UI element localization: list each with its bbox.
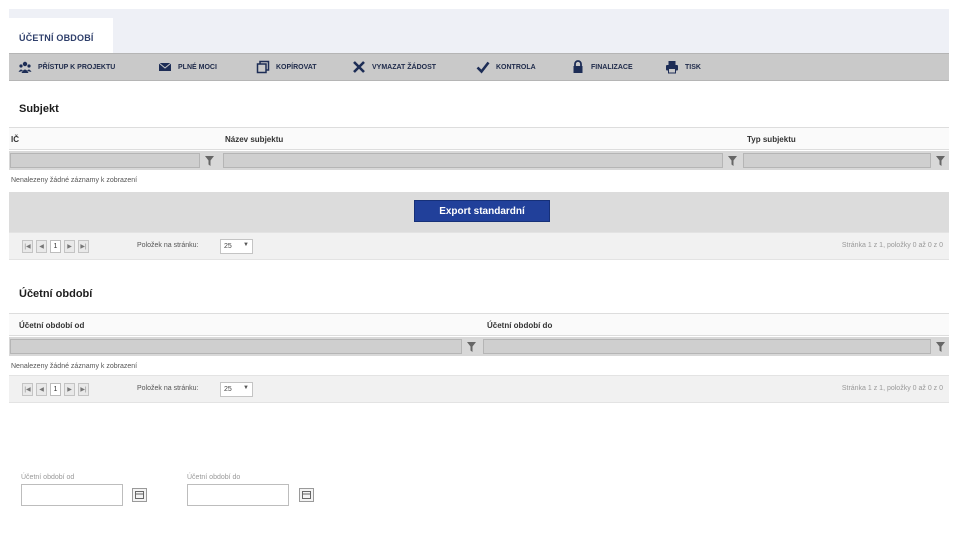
toolbar-label: KOPÍROVAT xyxy=(276,63,317,71)
toolbar-label: TISK xyxy=(685,63,701,71)
per-page-label: Položek na stránku: xyxy=(137,242,199,249)
chevron-down-icon: ▼ xyxy=(243,385,249,391)
chevron-down-icon: ▼ xyxy=(243,242,249,248)
people-icon xyxy=(17,59,33,75)
prev-page-button[interactable]: ◀ xyxy=(36,240,47,253)
first-page-button[interactable]: |◀ xyxy=(22,383,33,396)
tab-strip: ÚČETNÍ OBDOBÍ xyxy=(9,9,949,53)
per-page-select[interactable]: 25 ▼ xyxy=(220,239,253,254)
subjekt-title: Subjekt xyxy=(19,103,59,115)
column-header-ic[interactable]: IČ xyxy=(11,135,19,144)
toolbar-label: PŘÍSTUP K PROJEKTU xyxy=(38,63,116,71)
lock-icon xyxy=(570,59,586,75)
pager-info: Stránka 1 z 1, položky 0 až 0 z 0 xyxy=(841,242,943,249)
copy-icon xyxy=(255,59,271,75)
prev-page-button[interactable]: ◀ xyxy=(36,383,47,396)
check-icon xyxy=(475,59,491,75)
obdobi-od-label: Účetní období od xyxy=(21,474,75,481)
obdobi-pager: |◀ ◀ 1 ▶ ▶| Položek na stránku: 25 ▼ Str… xyxy=(9,375,949,403)
obdobi-filter-row xyxy=(9,337,949,356)
filter-icon[interactable] xyxy=(725,153,739,168)
copy-button[interactable]: KOPÍROVAT xyxy=(255,54,317,80)
subjekt-empty-message: Nenalezeny žádné záznamy k zobrazení xyxy=(11,177,138,184)
obdobi-empty-message: Nenalezeny žádné záznamy k zobrazení xyxy=(11,363,138,370)
print-button[interactable]: TISK xyxy=(664,54,701,80)
calendar-icon[interactable] xyxy=(132,488,147,502)
obdobi-do-input[interactable] xyxy=(187,484,289,506)
first-page-button[interactable]: |◀ xyxy=(22,240,33,253)
finalize-button[interactable]: FINALIZACE xyxy=(570,54,633,80)
toolbar-label: KONTROLA xyxy=(496,63,536,71)
obdobi-do-label: Účetní období do xyxy=(187,474,241,481)
envelope-icon xyxy=(157,59,173,75)
tab-ucetni-obdobi[interactable]: ÚČETNÍ OBDOBÍ xyxy=(9,18,113,53)
toolbar-label: VYMAZAT ŽÁDOST xyxy=(372,63,437,71)
column-header-nazev-subjektu[interactable]: Název subjektu xyxy=(225,135,283,144)
delete-request-button[interactable]: VYMAZAT ŽÁDOST xyxy=(351,54,436,80)
filter-icon[interactable] xyxy=(933,339,947,354)
obdobi-od-input[interactable] xyxy=(21,484,123,506)
filter-input-obdobi-od[interactable] xyxy=(10,339,462,354)
app-frame: ÚČETNÍ OBDOBÍ PŘÍSTUP K PROJEKTU PLNÉ MO… xyxy=(9,9,949,544)
filter-icon[interactable] xyxy=(933,153,947,168)
last-page-button[interactable]: ▶| xyxy=(78,240,89,253)
action-toolbar: PŘÍSTUP K PROJEKTU PLNÉ MOCI KOPÍROVAT V… xyxy=(9,53,949,81)
filter-input-nazev-subjektu[interactable] xyxy=(223,153,723,168)
filter-icon[interactable] xyxy=(202,153,216,168)
check-button[interactable]: KONTROLA xyxy=(475,54,536,80)
power-of-attorney-button[interactable]: PLNÉ MOCI xyxy=(157,54,217,80)
filter-input-obdobi-do[interactable] xyxy=(483,339,931,354)
column-header-obdobi-do[interactable]: Účetní období do xyxy=(487,321,552,330)
page-number[interactable]: 1 xyxy=(50,383,61,396)
subjekt-filter-row xyxy=(9,151,949,170)
obdobi-title: Účetní období xyxy=(19,288,93,300)
per-page-value: 25 xyxy=(224,243,232,250)
per-page-label: Položek na stránku: xyxy=(137,385,199,392)
per-page-value: 25 xyxy=(224,386,232,393)
filter-input-ic[interactable] xyxy=(10,153,200,168)
access-project-button[interactable]: PŘÍSTUP K PROJEKTU xyxy=(17,54,115,80)
next-page-button[interactable]: ▶ xyxy=(64,383,75,396)
obdobi-grid-header: Účetní období od Účetní období do xyxy=(9,313,949,336)
export-band: Export standardní xyxy=(9,192,949,232)
calendar-icon[interactable] xyxy=(299,488,314,502)
per-page-select[interactable]: 25 ▼ xyxy=(220,382,253,397)
export-standard-button[interactable]: Export standardní xyxy=(414,200,550,222)
filter-icon[interactable] xyxy=(464,339,478,354)
column-header-obdobi-od[interactable]: Účetní období od xyxy=(19,321,84,330)
column-header-typ-subjektu[interactable]: Typ subjektu xyxy=(747,135,796,144)
toolbar-label: PLNÉ MOCI xyxy=(178,63,217,71)
subjekt-grid-header: IČ Název subjektu Typ subjektu xyxy=(9,127,949,150)
subjekt-pager: |◀ ◀ 1 ▶ ▶| Položek na stránku: 25 ▼ Str… xyxy=(9,232,949,260)
toolbar-label: FINALIZACE xyxy=(591,63,633,71)
pager-info: Stránka 1 z 1, položky 0 až 0 z 0 xyxy=(841,385,943,392)
next-page-button[interactable]: ▶ xyxy=(64,240,75,253)
filter-input-typ-subjektu[interactable] xyxy=(743,153,931,168)
last-page-button[interactable]: ▶| xyxy=(78,383,89,396)
x-icon xyxy=(351,59,367,75)
page-number[interactable]: 1 xyxy=(50,240,61,253)
printer-icon xyxy=(664,59,680,75)
